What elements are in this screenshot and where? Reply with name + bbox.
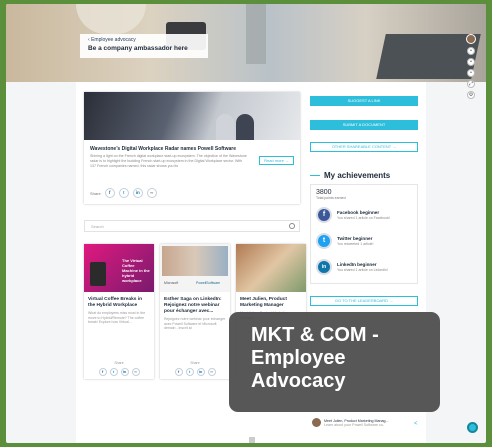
facebook-icon: f — [316, 207, 332, 223]
submit-document-button[interactable]: SUBMIT A DOCUMENT — [310, 120, 418, 130]
avatar — [312, 418, 321, 427]
leaderboard-button[interactable]: GO TO THE LEADERBOARD → — [310, 296, 418, 306]
link-share-icon[interactable]: ∞ — [131, 368, 140, 376]
link-share-icon[interactable]: ∞ — [207, 368, 216, 376]
linkedin-icon: in — [316, 259, 332, 275]
facebook-share-icon[interactable]: f — [174, 368, 183, 376]
overlay-caption: MKT & COM - Employee Advocacy — [229, 312, 440, 412]
link-share-icon[interactable]: ∞ — [146, 188, 157, 198]
share-label: Share — [190, 361, 200, 365]
read-more-button[interactable]: Read more → — [259, 156, 294, 165]
facebook-share-icon[interactable]: f — [98, 368, 107, 376]
badge-linkedin: in LinkedIn beginner You shared 1 article… — [316, 259, 388, 275]
hero-banner: ‹ Employee advocacy Be a company ambassa… — [6, 4, 486, 99]
search-icon[interactable] — [289, 223, 295, 229]
share-icon[interactable]: < — [414, 421, 418, 427]
rail-icon-3[interactable]: • — [467, 69, 475, 77]
facebook-share-icon[interactable]: f — [104, 188, 115, 198]
article-share-row: Share f t in ∞ — [90, 188, 157, 198]
card-image: The Virtual Coffee Machine in the hybrid… — [84, 244, 154, 292]
share-label: Share — [90, 190, 101, 196]
page-header-card: ‹ Employee advocacy Be a company ambassa… — [80, 34, 208, 58]
linkedin-share-icon[interactable]: in — [132, 188, 143, 198]
comment-item[interactable]: Meet Julien, Product Marketing Manag... L… — [312, 418, 418, 427]
home-icon[interactable] — [249, 437, 255, 443]
featured-article[interactable]: Wavestone’s Digital Workplace Radar name… — [84, 92, 300, 204]
twitter-share-icon[interactable]: t — [109, 368, 118, 376]
card-title[interactable]: Meet Julien, Product Marketing Manager — [236, 292, 306, 311]
user-avatar[interactable] — [466, 34, 476, 44]
expand-icon[interactable]: ⤢ — [467, 80, 475, 88]
card-text: What do employees miss most in the move … — [88, 311, 146, 324]
content-card[interactable]: The Virtual Coffee Machine in the hybrid… — [84, 244, 154, 379]
badge-twitter: t Twitter beginner You retweeted 1 articl… — [316, 233, 373, 249]
article-image — [84, 92, 300, 140]
right-rail: • • • ⤢ ⚙ — [466, 34, 476, 99]
settings-icon[interactable]: ⚙ — [467, 91, 475, 99]
share-label: Share — [114, 361, 124, 365]
twitter-share-icon[interactable]: t — [118, 188, 129, 198]
achievements-box: 3800 Total points earned f Facebook begi… — [310, 184, 418, 284]
linkedin-share-icon[interactable]: in — [196, 368, 205, 376]
page-title: Be a company ambassador here — [88, 45, 188, 52]
card-text: Rejoignez notre webinar pour échanger av… — [164, 317, 226, 330]
points-value: 3800 — [316, 189, 332, 196]
article-text: Shining a light on the French digital wo… — [90, 154, 247, 168]
twitter-share-icon[interactable]: t — [185, 368, 194, 376]
rail-icon-2[interactable]: • — [467, 58, 475, 66]
card-image — [236, 244, 306, 292]
search-input[interactable]: Search — [84, 220, 300, 232]
rail-icon-1[interactable]: • — [467, 47, 475, 55]
chat-icon[interactable] — [467, 422, 478, 433]
other-content-button[interactable]: OTHER SHAREABLE CONTENT → — [310, 142, 418, 152]
points-label: Total points earned — [316, 196, 346, 200]
card-image: Microsoft PowellSoftware — [160, 244, 230, 292]
content-card[interactable]: Microsoft PowellSoftware Esther Saga on … — [160, 244, 230, 379]
card-title[interactable]: Virtual Coffee Breaks in the Hybrid Work… — [84, 292, 154, 311]
back-link[interactable]: ‹ Employee advocacy — [88, 37, 200, 43]
suggest-link-button[interactable]: SUGGEST A LINK — [310, 96, 418, 106]
twitter-icon: t — [316, 233, 332, 249]
linkedin-share-icon[interactable]: in — [120, 368, 129, 376]
badge-facebook: f Facebook beginner You shared 1 article … — [316, 207, 390, 223]
card-title[interactable]: Esther Saga on LinkedIn: Rejoignez notre… — [160, 292, 230, 317]
article-title[interactable]: Wavestone’s Digital Workplace Radar name… — [84, 140, 300, 154]
achievements-title: My achievements — [324, 171, 391, 180]
